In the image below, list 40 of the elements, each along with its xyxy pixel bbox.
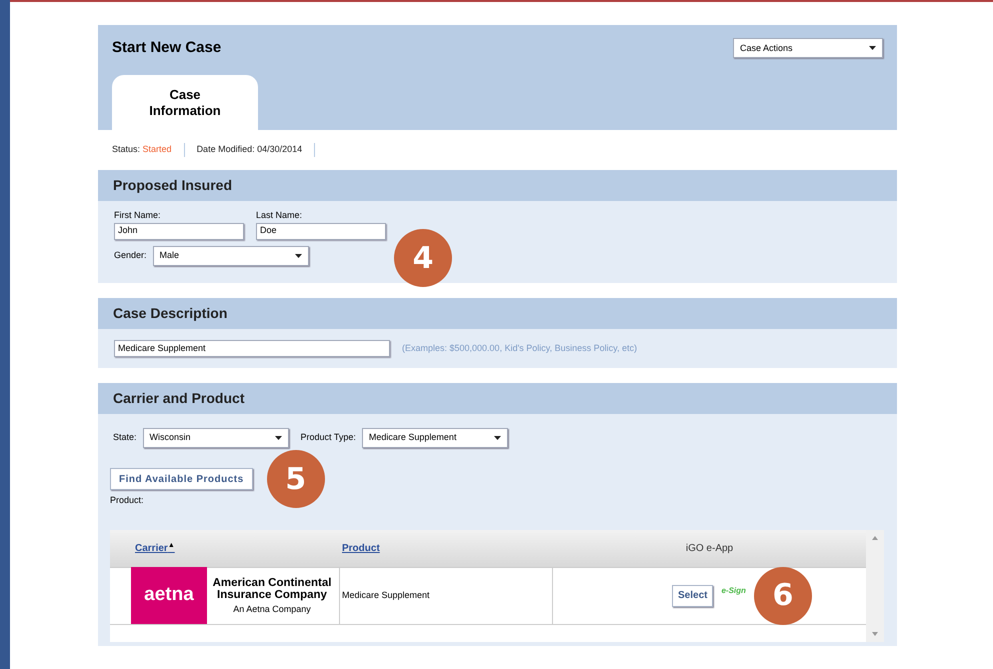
- last-name-field[interactable]: Doe: [256, 222, 386, 240]
- field-label: Product Type:: [300, 431, 356, 444]
- product-type-dropdown[interactable]: Medicare Supplement: [362, 428, 508, 448]
- scroll-up-icon[interactable]: [872, 536, 878, 540]
- column-header[interactable]: Product: [342, 540, 380, 556]
- page-title: Start New Case: [112, 38, 222, 58]
- case-description-field[interactable]: Medicare Supplement: [114, 340, 390, 357]
- gender-dropdown[interactable]: Male: [152, 246, 309, 266]
- date-modified: Date Modified: 04/30/2014: [184, 143, 316, 157]
- dropdown-arrow-icon: [274, 436, 282, 440]
- dropdown-arrow-icon: [294, 254, 302, 258]
- scrollbar[interactable]: [866, 530, 884, 642]
- esign-label: e-Sign: [721, 584, 746, 596]
- scroll-down-icon[interactable]: [872, 632, 878, 636]
- case-actions-dropdown[interactable]: Case Actions: [733, 38, 883, 58]
- field-label: First Name:: [114, 209, 162, 222]
- select-button[interactable]: Select: [672, 584, 714, 606]
- hint-text: (Examples: $500,000.00, Kid's Policy, Business Policy, etc): [402, 342, 637, 355]
- field-label: Gender:: [114, 248, 147, 262]
- table-cell-text: Medicare Supplement: [342, 588, 430, 602]
- field-label: Last Name:: [256, 209, 304, 222]
- status-label: Status: Started: [112, 143, 185, 157]
- first-name-field[interactable]: John: [114, 222, 244, 240]
- dropdown-arrow-icon: [869, 46, 876, 50]
- step-number-badge: 4: [394, 229, 452, 287]
- section-header: Case Description: [98, 298, 897, 329]
- column-header: iGO e-App: [686, 542, 734, 556]
- state-dropdown[interactable]: Wisconsin: [142, 428, 289, 448]
- section-header: Carrier and Product: [98, 383, 897, 414]
- find-products-button[interactable]: Find Available Products: [110, 468, 253, 490]
- dropdown-arrow-icon: [494, 436, 501, 440]
- step-number-badge: 5: [266, 450, 325, 508]
- carrier-name: American Continental Insurance Company: [212, 576, 332, 600]
- field-label: State:: [113, 431, 137, 444]
- step-number-badge: 6: [754, 566, 812, 624]
- tab[interactable]: Case Information: [112, 75, 258, 130]
- carrier-logo: aetna: [131, 567, 207, 624]
- product-label: Product:: [110, 494, 145, 507]
- carrier-subtitle: An Aetna Company: [233, 602, 311, 614]
- section-header: Proposed Insured: [98, 170, 897, 201]
